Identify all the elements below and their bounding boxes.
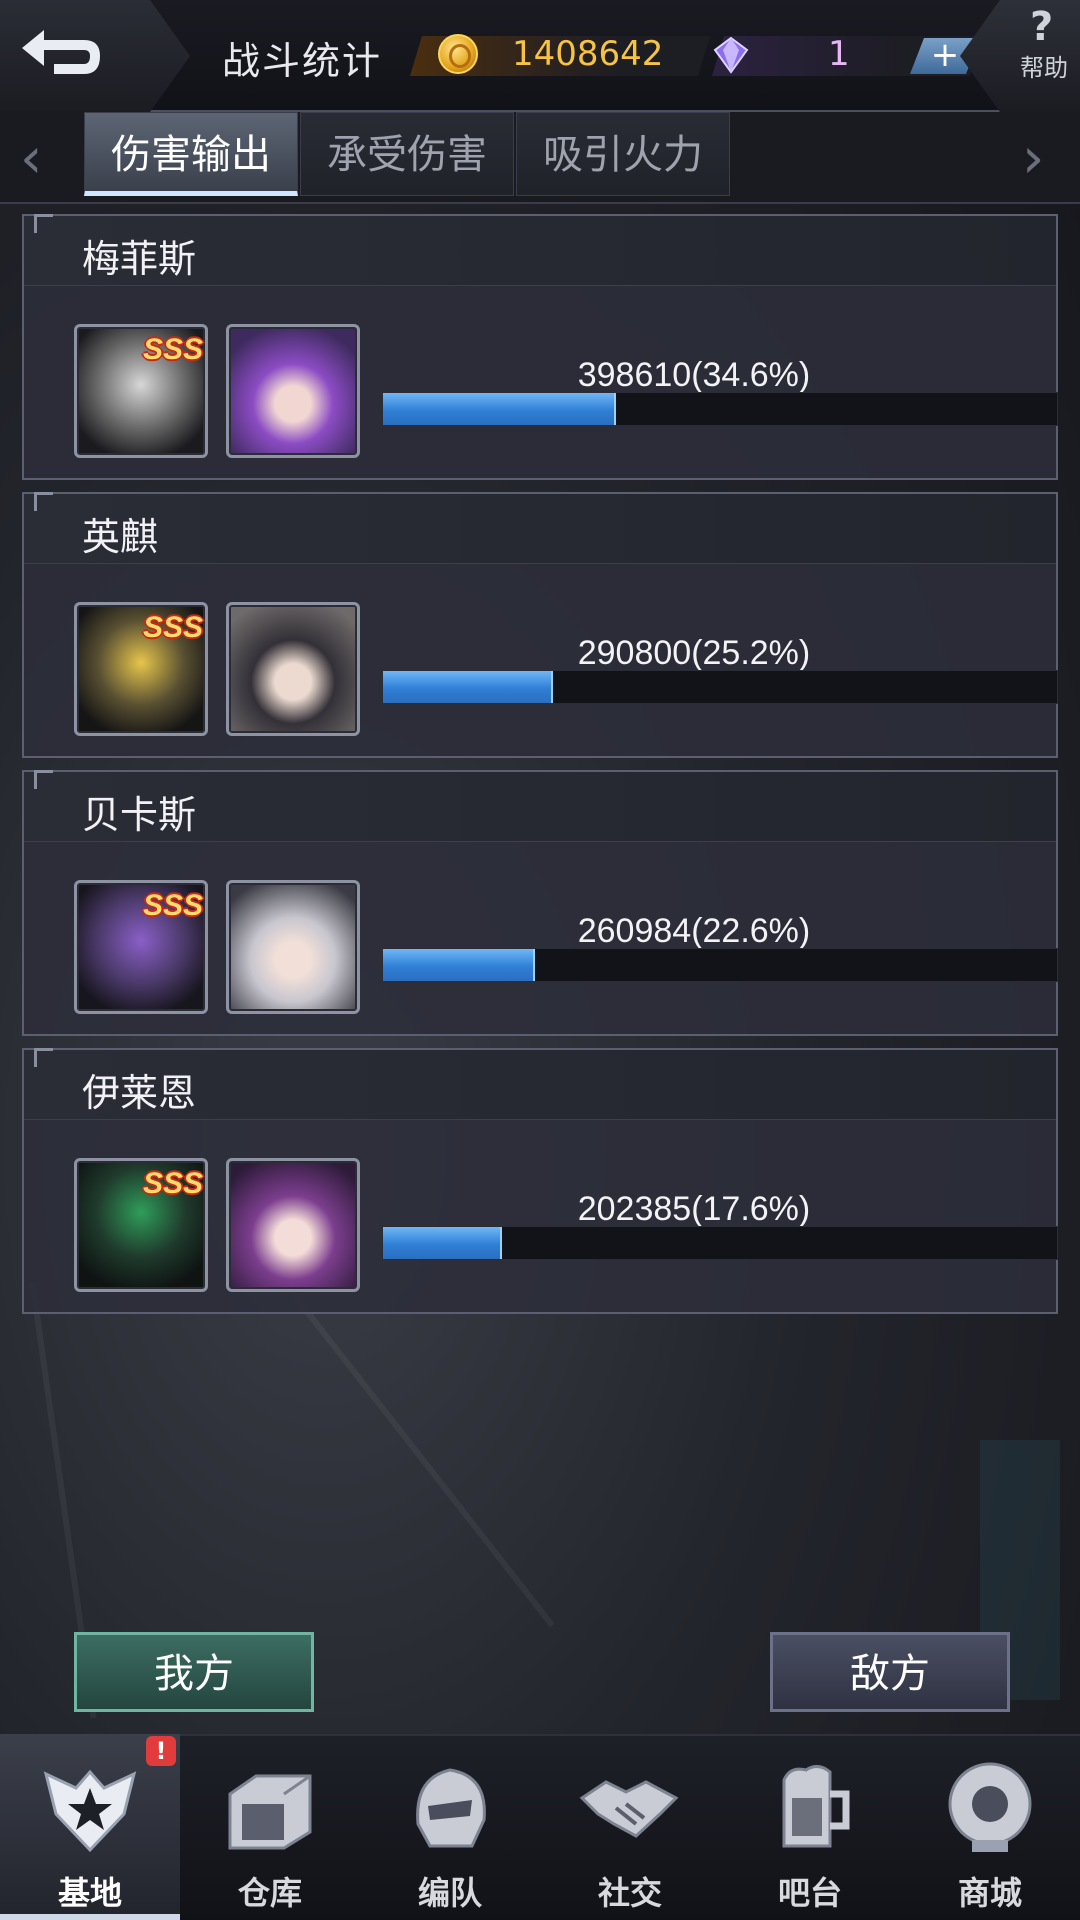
- damage-bar-fill: [383, 671, 553, 703]
- pilot-name: 英麒: [82, 515, 159, 559]
- diamond-gem-icon: [713, 36, 749, 74]
- damage-bar-fill: [383, 1227, 502, 1259]
- mecha-portrait[interactable]: SSS: [74, 880, 208, 1014]
- card-header: 梅菲斯: [24, 214, 1056, 286]
- notification-badge: !: [146, 1736, 176, 1766]
- nav-label: 社交: [597, 1874, 662, 1912]
- card-header: 贝卡斯: [24, 770, 1056, 842]
- formation-helmet-icon: [416, 1768, 486, 1848]
- nav-item-bar[interactable]: 吧台: [720, 1734, 900, 1920]
- nav-item-formation[interactable]: 编队: [360, 1734, 540, 1920]
- damage-bar-fill: [383, 393, 617, 425]
- nav-label: 编队: [417, 1874, 482, 1912]
- beer-mug-icon: [782, 1765, 850, 1848]
- mecha-portrait[interactable]: SSS: [74, 1158, 208, 1292]
- card-header: 伊莱恩: [24, 1048, 1056, 1120]
- gold-amount: 1408642: [512, 34, 664, 74]
- nav-label: 商城: [957, 1874, 1022, 1912]
- damage-value: 202385(17.6%): [577, 1190, 811, 1228]
- damage-bar: [382, 392, 1058, 426]
- background-beam: [291, 1292, 555, 1628]
- help-label[interactable]: 帮助: [1020, 48, 1068, 83]
- rank-badge: SSS: [142, 1167, 203, 1200]
- shop-robot-icon: [948, 1762, 1032, 1852]
- chevron-left-icon[interactable]: ‹: [20, 126, 42, 191]
- rank-badge: SSS: [142, 333, 203, 366]
- damage-entry-card: 英麒 SSS 290800(25.2%): [22, 492, 1058, 758]
- damage-bar: [382, 948, 1058, 982]
- tab-aggro-drawn[interactable]: 吸引火力: [516, 112, 730, 196]
- pilot-name: 梅菲斯: [82, 237, 197, 281]
- pilot-name: 伊莱恩: [82, 1071, 197, 1115]
- chevron-right-icon[interactable]: ›: [1022, 126, 1044, 191]
- help-question-icon[interactable]: ?: [1030, 4, 1053, 50]
- damage-entry-card: 梅菲斯 SSS 398610(34.6%): [22, 214, 1058, 480]
- rank-badge: SSS: [142, 889, 203, 922]
- nav-label: 吧台: [777, 1874, 842, 1912]
- nav-label: 仓库: [237, 1874, 302, 1912]
- gem-amount: 1: [828, 34, 850, 74]
- damage-bar: [382, 670, 1058, 704]
- enemy-side-button[interactable]: 敌方: [770, 1632, 1010, 1712]
- base-emblem-icon: [43, 1769, 137, 1853]
- active-tab-indicator: [0, 1914, 180, 1920]
- gold-coin-icon: [438, 34, 478, 74]
- warehouse-icon: [228, 1774, 312, 1850]
- damage-value: 290800(25.2%): [577, 634, 811, 672]
- damage-entry-card: 贝卡斯 SSS 260984(22.6%): [22, 770, 1058, 1036]
- pilot-name: 贝卡斯: [82, 793, 197, 837]
- damage-entry-card: 伊莱恩 SSS 202385(17.6%): [22, 1048, 1058, 1314]
- tab-damage-dealt[interactable]: 伤害输出: [84, 112, 298, 196]
- nav-item-warehouse[interactable]: 仓库: [180, 1734, 360, 1920]
- our-side-button[interactable]: 我方: [74, 1632, 314, 1712]
- handshake-icon: [579, 1780, 679, 1838]
- damage-bar-fill: [383, 949, 536, 981]
- mecha-portrait[interactable]: SSS: [74, 602, 208, 736]
- damage-bar: [382, 1226, 1058, 1260]
- back-button[interactable]: [0, 0, 190, 112]
- nav-item-social[interactable]: 社交: [540, 1734, 720, 1920]
- nav-label: 基地: [57, 1874, 122, 1912]
- card-header: 英麒: [24, 492, 1056, 564]
- damage-value: 398610(34.6%): [577, 356, 811, 394]
- mecha-portrait[interactable]: SSS: [74, 324, 208, 458]
- back-arrow-icon: [22, 30, 100, 74]
- nav-item-shop[interactable]: 商城: [900, 1734, 1080, 1920]
- rank-badge: SSS: [142, 611, 203, 644]
- page-title: 战斗统计: [222, 39, 383, 83]
- tab-damage-taken[interactable]: 承受伤害: [300, 112, 514, 196]
- damage-value: 260984(22.6%): [577, 912, 811, 950]
